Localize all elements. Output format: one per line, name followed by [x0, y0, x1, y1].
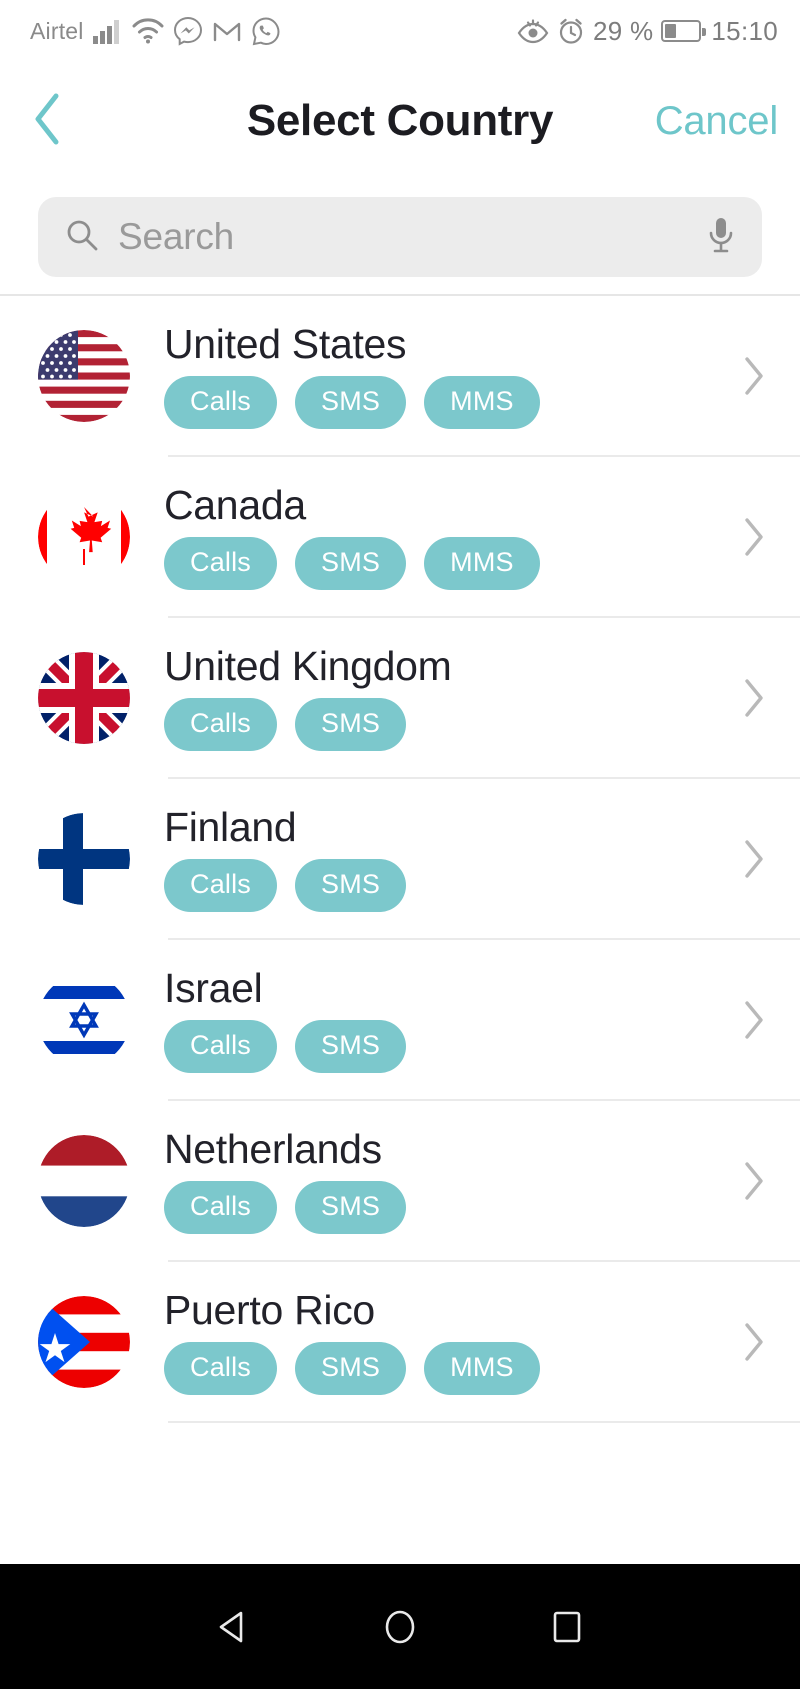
status-badge: SMS [295, 698, 407, 752]
flag-il-icon [38, 974, 130, 1066]
list-item-body: Netherlands Calls SMS [130, 1125, 734, 1235]
country-list: United States Calls SMS MMS Canada Calls… [0, 295, 800, 1564]
android-navigation-bar [0, 1564, 800, 1689]
status-badge: SMS [295, 376, 407, 430]
clock-label: 15:10 [711, 15, 778, 46]
chevron-right-icon[interactable] [734, 999, 774, 1041]
recents-square-icon[interactable] [532, 1592, 602, 1662]
flag-us-icon [38, 330, 130, 422]
list-item-body: Canada Calls SMS MMS [130, 481, 734, 591]
eye-comfort-icon [517, 18, 549, 44]
flag-fi-icon [38, 813, 130, 905]
list-item-body: Israel Calls SMS [130, 964, 734, 1074]
signal-bars-icon [92, 18, 123, 44]
chevron-right-icon[interactable] [734, 355, 774, 397]
chevron-left-icon [30, 91, 64, 152]
battery-percent-label: 29 % [592, 15, 654, 46]
flag-ca-icon [38, 491, 130, 583]
back-button[interactable] [30, 86, 86, 156]
search-icon [64, 217, 100, 258]
back-triangle-icon[interactable] [198, 1592, 268, 1662]
list-item[interactable]: United Kingdom Calls SMS [0, 617, 800, 779]
search-container: Search [0, 180, 800, 294]
microphone-icon[interactable] [704, 214, 738, 261]
capability-badges: Calls SMS [164, 698, 734, 752]
country-name: United Kingdom [164, 642, 452, 689]
carrier-label: Airtel [30, 17, 84, 44]
list-item[interactable]: United States Calls SMS MMS [0, 295, 800, 457]
alarm-clock-icon [557, 17, 585, 45]
status-badge: Calls [164, 537, 278, 591]
capability-badges: Calls SMS MMS [164, 537, 734, 591]
capability-badges: Calls SMS MMS [164, 376, 734, 430]
chevron-right-icon[interactable] [734, 677, 774, 719]
country-name: Puerto Rico [164, 1286, 375, 1333]
status-bar: Airtel 29 % 15:10 [0, 0, 800, 62]
list-item-body: Finland Calls SMS [130, 803, 734, 913]
capability-badges: Calls SMS [164, 1181, 734, 1235]
status-badge: Calls [164, 859, 278, 913]
status-badge: Calls [164, 698, 278, 752]
list-item-body: United States Calls SMS MMS [130, 320, 734, 430]
chevron-right-icon[interactable] [734, 1321, 774, 1363]
list-item[interactable]: Israel Calls SMS [0, 939, 800, 1101]
flag-gb-icon [38, 652, 130, 744]
status-badge: SMS [295, 1020, 407, 1074]
search-bar[interactable]: Search [38, 197, 762, 277]
list-item[interactable]: Netherlands Calls SMS [0, 1100, 800, 1262]
cancel-button[interactable]: Cancel [655, 99, 779, 144]
country-name: Netherlands [164, 1125, 382, 1172]
status-badge: SMS [295, 537, 407, 591]
messenger-icon [173, 16, 203, 46]
gmail-icon [212, 18, 242, 44]
chevron-right-icon[interactable] [734, 1160, 774, 1202]
status-badge: Calls [164, 376, 278, 430]
flag-nl-icon [38, 1135, 130, 1227]
whatsapp-icon [251, 16, 281, 46]
status-badge: SMS [295, 1342, 407, 1396]
status-bar-left: Airtel [30, 16, 281, 46]
status-badge: MMS [424, 537, 540, 591]
country-name: Israel [164, 964, 263, 1011]
status-badge: Calls [164, 1181, 278, 1235]
status-badge: Calls [164, 1020, 278, 1074]
chevron-right-icon[interactable] [734, 838, 774, 880]
capability-badges: Calls SMS MMS [164, 1342, 734, 1396]
search-input[interactable]: Search [118, 216, 686, 258]
status-badge: SMS [295, 859, 407, 913]
status-bar-right: 29 % 15:10 [517, 16, 778, 47]
status-badge: Calls [164, 1342, 278, 1396]
status-badge: MMS [424, 376, 540, 430]
country-name: Canada [164, 481, 306, 528]
country-name: United States [164, 320, 407, 367]
phone-screen: Airtel 29 % 15:10 Select Country Cancel … [0, 0, 800, 1689]
battery-icon [661, 20, 707, 42]
capability-badges: Calls SMS [164, 859, 734, 913]
row-divider [168, 1421, 800, 1423]
chevron-right-icon[interactable] [734, 516, 774, 558]
list-item[interactable]: Canada Calls SMS MMS [0, 456, 800, 618]
list-item[interactable]: Puerto Rico Calls SMS MMS [0, 1261, 800, 1423]
list-item[interactable]: Finland Calls SMS [0, 778, 800, 940]
flag-pr-icon [38, 1296, 130, 1388]
status-badge: MMS [424, 1342, 540, 1396]
list-item-body: United Kingdom Calls SMS [130, 642, 734, 752]
country-name: Finland [164, 803, 297, 850]
app-header: Select Country Cancel [0, 62, 800, 180]
wifi-icon [132, 18, 164, 44]
status-badge: SMS [295, 1181, 407, 1235]
list-item-body: Puerto Rico Calls SMS MMS [130, 1286, 734, 1396]
home-circle-icon[interactable] [365, 1592, 435, 1662]
capability-badges: Calls SMS [164, 1020, 734, 1074]
